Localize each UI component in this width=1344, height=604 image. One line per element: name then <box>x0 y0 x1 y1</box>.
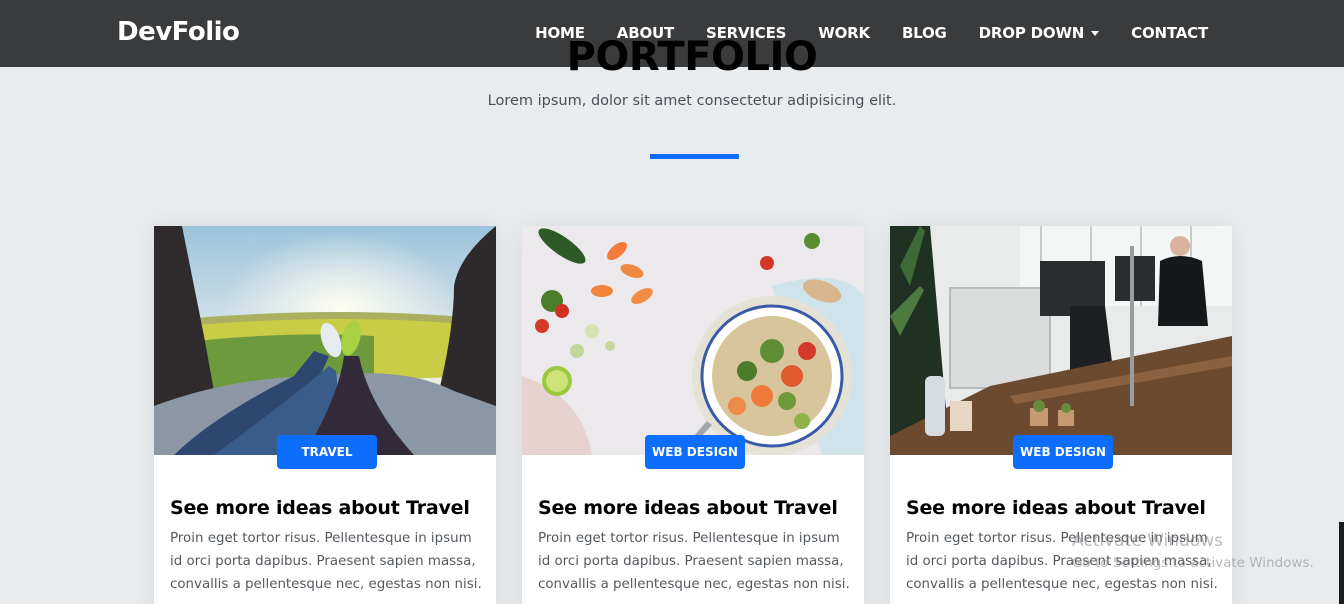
category-badge[interactable]: WEB DESIGN <box>1013 435 1113 469</box>
office-photo[interactable] <box>890 226 1232 455</box>
window-edge <box>1339 522 1344 604</box>
category-badge[interactable]: WEB DESIGN <box>645 435 745 469</box>
title-divider <box>650 154 739 159</box>
portfolio-card[interactable]: WEB DESIGN See more ideas about Travel P… <box>890 226 1232 604</box>
card-title[interactable]: See more ideas about Travel <box>170 497 470 519</box>
section-title: PORTFOLIO <box>566 34 818 80</box>
portfolio-card[interactable]: TRAVEL See more ideas about Travel Proin… <box>154 226 496 604</box>
card-text: Proin eget tortor risus. Pellentesque in… <box>170 531 482 592</box>
food-photo[interactable] <box>522 226 864 455</box>
card-text: Proin eget tortor risus. Pellentesque in… <box>538 531 850 592</box>
card-title[interactable]: See more ideas about Travel <box>906 497 1206 519</box>
category-badge[interactable]: TRAVEL <box>277 435 377 469</box>
portfolio-card[interactable]: WEB DESIGN See more ideas about Travel P… <box>522 226 864 604</box>
card-title[interactable]: See more ideas about Travel <box>538 497 838 519</box>
section-subtitle: Lorem ipsum, dolor sit amet consectetur … <box>487 93 897 109</box>
travel-photo[interactable] <box>154 226 496 455</box>
card-text: Proin eget tortor risus. Pellentesque in… <box>906 531 1218 592</box>
